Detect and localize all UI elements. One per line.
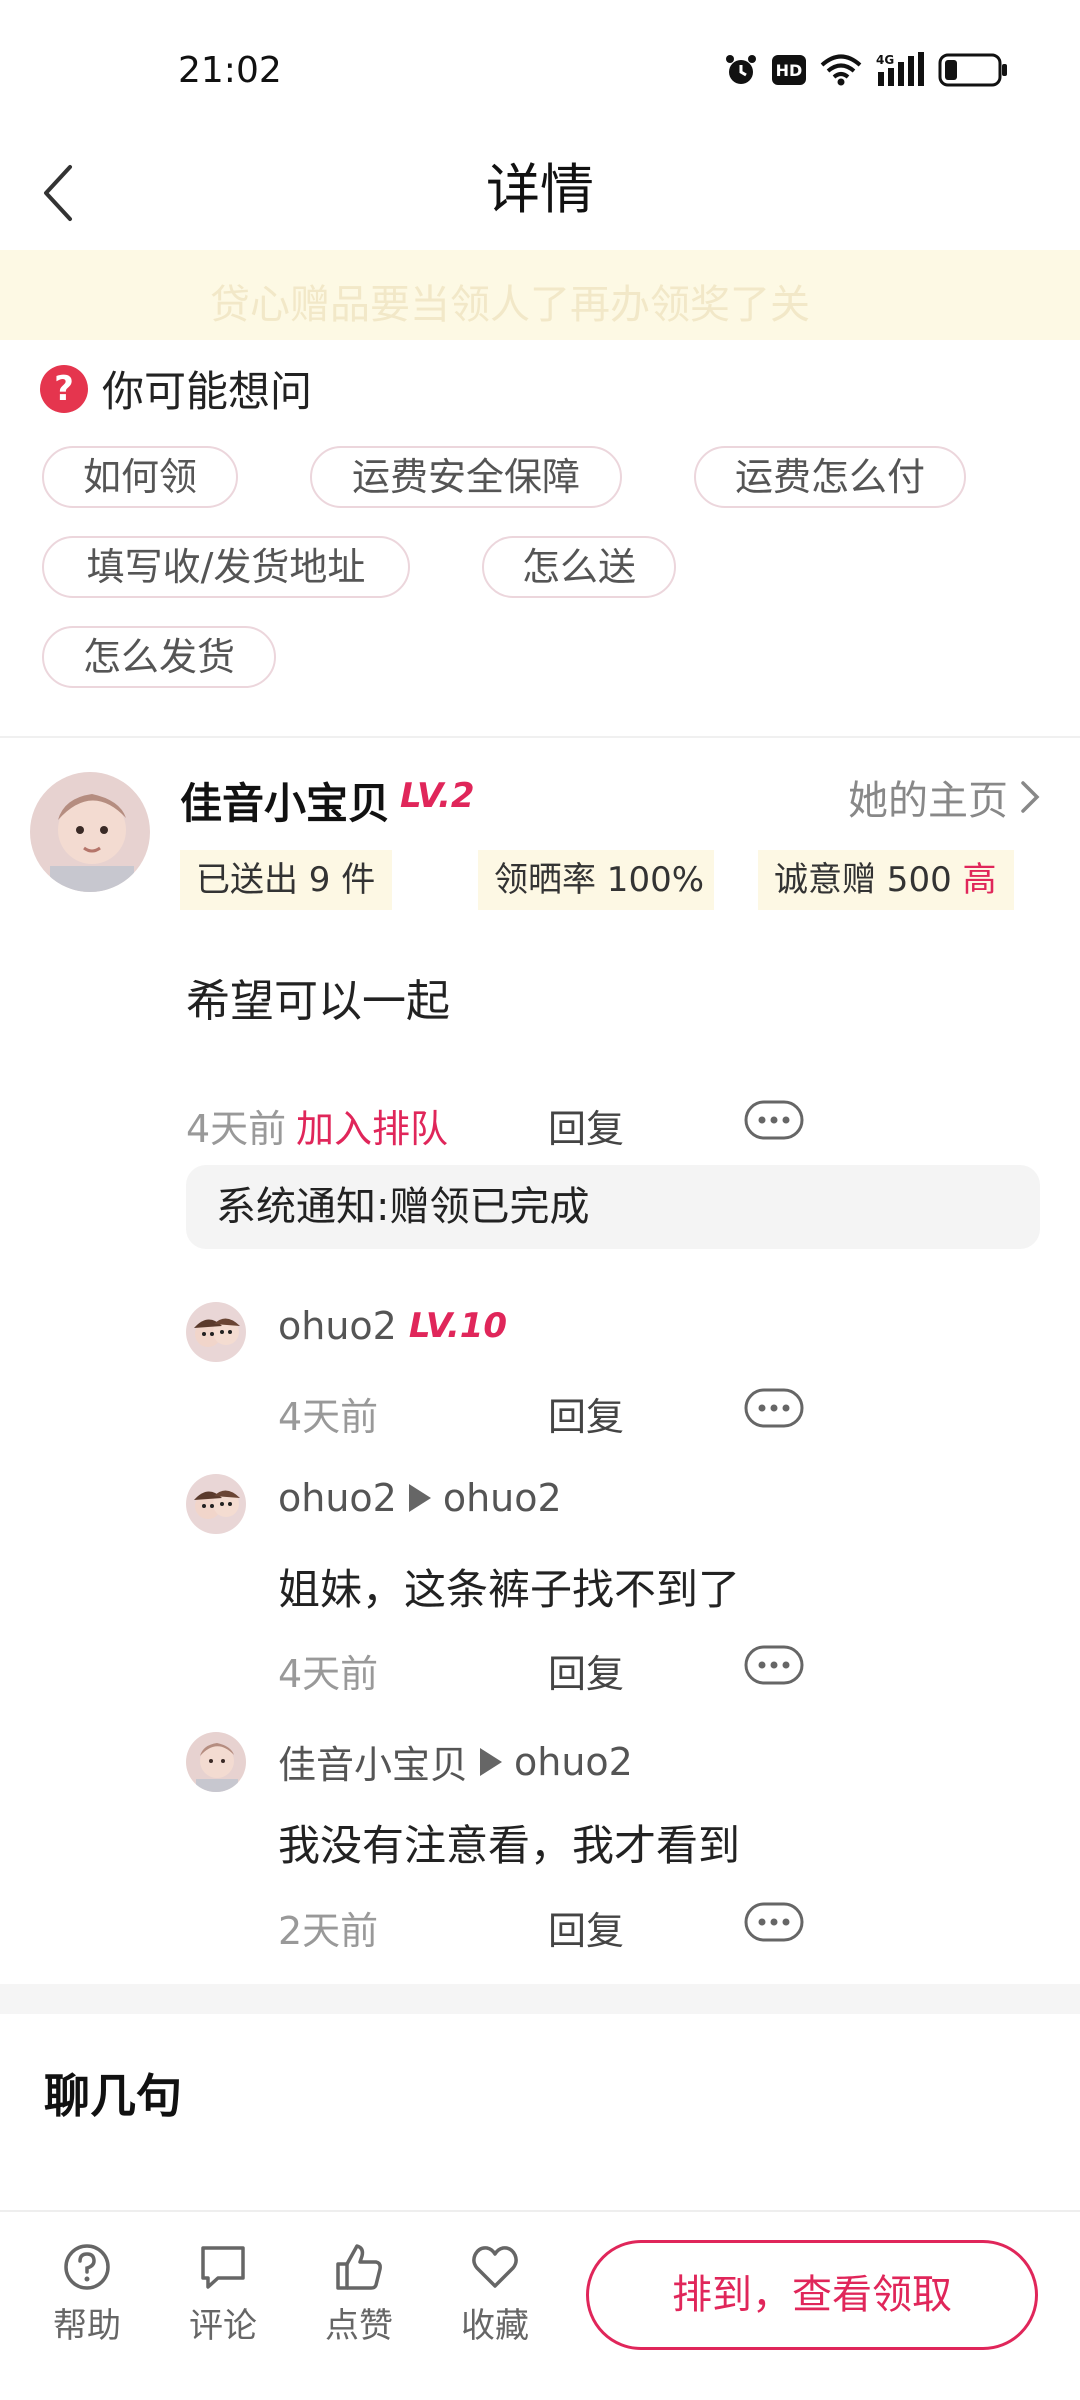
reply-actions: 4天前 回复 (278, 1635, 978, 1698)
bottom-action-bar: 帮助 评论 点赞 收藏 排到，查看领取 (0, 2210, 1080, 2400)
wifi-icon (820, 54, 862, 86)
more-options-icon[interactable] (744, 1100, 804, 1140)
faq-chip[interactable]: 如何领 (42, 446, 238, 508)
divider (0, 736, 1080, 738)
faq-header: ? 你可能想问 (40, 358, 312, 419)
alarm-icon (726, 55, 756, 84)
faq-chip[interactable]: 怎么送 (482, 536, 676, 598)
reply-username[interactable]: ohuo2 (278, 1304, 397, 1348)
reply-to-arrow-icon (408, 1484, 431, 1512)
level-badge: LV.2 (400, 776, 475, 816)
faq-chip[interactable]: 填写收/发货地址 (42, 536, 410, 598)
level-badge: LV.10 (408, 1306, 508, 1346)
reply-actions: 2天前 回复 (278, 1892, 978, 1955)
thumbs-up-icon (336, 2244, 382, 2290)
status-time: 21:02 (178, 50, 282, 91)
comment-tab[interactable]: 评论 (178, 2242, 268, 2347)
profile-link-label: 她的主页 (848, 778, 1008, 824)
comment-label: 评论 (189, 2306, 257, 2346)
like-label: 点赞 (325, 2306, 393, 2346)
baby-avatar-icon (186, 1732, 246, 1792)
reply-button[interactable]: 回复 (548, 1900, 624, 1955)
reply-avatar[interactable] (186, 1302, 246, 1362)
reply-content: 姐妹，这条裤子找不到了 (278, 1565, 741, 1614)
claim-rate-badge: 领晒率 100% (478, 850, 714, 910)
reply-actions: 4天前 回复 (278, 1378, 978, 1441)
comment-icon (201, 2246, 245, 2289)
help-label: 帮助 (53, 2306, 121, 2346)
reply-header: ohuo2 ohuo2 (278, 1476, 562, 1520)
status-bar: 21:02 HD 4G (0, 0, 1080, 140)
reply-username[interactable]: 佳音小宝贝 (278, 1734, 468, 1789)
reply-header: ohuo2 LV.10 (278, 1304, 507, 1348)
faq-chip[interactable]: 运费安全保障 (310, 446, 622, 508)
favorite-label: 收藏 (461, 2306, 529, 2346)
more-options-icon[interactable] (744, 1645, 804, 1685)
reply-to-arrow-icon (480, 1747, 503, 1776)
signal-icon: 4G (876, 52, 924, 86)
kids-avatar-icon (186, 1474, 246, 1534)
chevron-right-icon (1021, 781, 1040, 813)
reply-button[interactable]: 回复 (548, 1386, 624, 1441)
faq-chip[interactable]: 怎么发货 (42, 626, 276, 688)
sincerity-value: 诚意赠 500 (774, 860, 952, 900)
reply-button[interactable]: 回复 (548, 1643, 624, 1698)
post-content: 希望可以一起 (186, 976, 450, 1027)
heart-icon (472, 2246, 518, 2288)
top-nav: 详情 (0, 140, 1080, 250)
faq-chip[interactable]: 运费怎么付 (694, 446, 966, 508)
sent-count-badge: 已送出 9 件 (180, 850, 392, 910)
avatar[interactable] (30, 772, 150, 892)
help-tab[interactable]: 帮助 (42, 2242, 132, 2347)
chat-section-title: 聊几句 (44, 2069, 182, 2123)
more-options-icon[interactable] (744, 1388, 804, 1428)
faq-title: 你可能想问 (102, 367, 313, 416)
post-actions: 4天前 加入排队 回复 (186, 1090, 886, 1153)
join-queue-link[interactable]: 加入排队 (296, 1098, 448, 1153)
reply-content: 我没有注意看，我才看到 (278, 1821, 741, 1870)
page-title: 详情 (486, 158, 594, 221)
reply-time: 2天前 (278, 1909, 379, 1953)
reply-header: 佳音小宝贝 ohuo2 (278, 1734, 633, 1789)
view-claim-button[interactable]: 排到，查看领取 (586, 2240, 1038, 2350)
favorite-tab[interactable]: 收藏 (450, 2242, 540, 2347)
system-notice: 系统通知:赠领已完成 (186, 1165, 1040, 1249)
hd-icon: HD (772, 55, 806, 85)
battery-icon (938, 53, 1007, 87)
post-username[interactable]: 佳音小宝贝 (180, 770, 390, 831)
reply-time: 4天前 (278, 1652, 379, 1696)
svg-text:HD: HD (776, 61, 803, 80)
reply-button[interactable]: 回复 (548, 1098, 624, 1153)
like-tab[interactable]: 点赞 (314, 2242, 404, 2347)
more-options-icon[interactable] (744, 1902, 804, 1942)
help-icon (64, 2244, 110, 2290)
notice-text: 贷心赠品要当领人了再办领奖了关 (210, 282, 810, 328)
post-time: 4天前 (186, 1107, 287, 1151)
reply-time: 4天前 (278, 1395, 379, 1439)
reply-target-username[interactable]: ohuo2 (514, 1740, 633, 1784)
reply-avatar[interactable] (186, 1732, 246, 1792)
reply-username[interactable]: ohuo2 (278, 1476, 397, 1520)
profile-link[interactable]: 她的主页 (848, 768, 1040, 826)
reply-avatar[interactable] (186, 1474, 246, 1534)
section-divider (0, 1984, 1080, 2014)
notice-banner: 贷心赠品要当领人了再办领奖了关 (0, 250, 1080, 340)
sincerity-badge: 诚意赠 500 高 (758, 850, 1014, 910)
faq-section: ? 你可能想问 如何领 运费安全保障 运费怎么付 填写收/发货地址 怎么送 怎么… (0, 340, 1080, 736)
baby-avatar-icon (30, 772, 150, 892)
question-icon: ? (40, 364, 88, 413)
status-icons: HD 4G (724, 52, 1008, 88)
kids-avatar-icon (186, 1302, 246, 1362)
sincerity-level: 高 (962, 860, 997, 900)
svg-text:4G: 4G (876, 53, 894, 67)
reply-target-username[interactable]: ohuo2 (443, 1476, 562, 1520)
